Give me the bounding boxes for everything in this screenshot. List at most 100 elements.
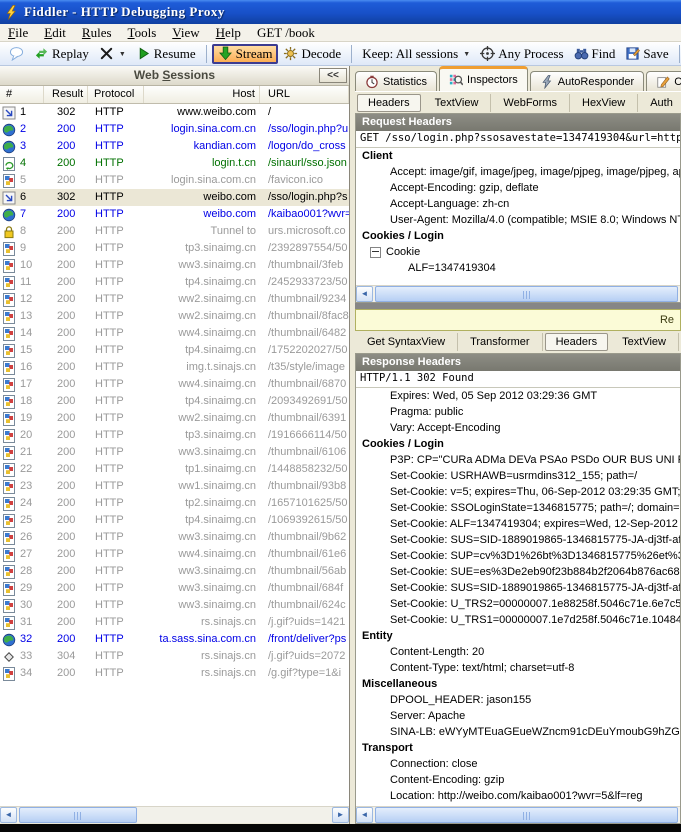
session-row[interactable]: 22200HTTPtp1.sinaimg.cn/1448858232/50 bbox=[0, 461, 349, 478]
session-row[interactable]: 2200HTTPlogin.sina.com.cn/sso/login.php?… bbox=[0, 121, 349, 138]
title-bar[interactable]: Fiddler - HTTP Debugging Proxy bbox=[0, 0, 681, 24]
stream-button[interactable]: Stream bbox=[212, 44, 279, 64]
session-number-cell: 23 bbox=[0, 478, 44, 495]
session-number: 5 bbox=[20, 172, 26, 189]
session-row[interactable]: 21200HTTPww3.sinaimg.cn/thumbnail/6106 bbox=[0, 444, 349, 461]
session-list-hscrollbar[interactable]: ◄ ► bbox=[0, 806, 349, 823]
response-tab-textview[interactable]: TextView bbox=[610, 333, 679, 351]
session-row[interactable]: 18200HTTPtp4.sinaimg.cn/2093492691/50 bbox=[0, 393, 349, 410]
tab-comp[interactable]: Comp bbox=[646, 71, 681, 91]
session-row[interactable]: 1302HTTPwww.weibo.com/ bbox=[0, 104, 349, 121]
tab-autoresponder[interactable]: AutoResponder bbox=[530, 71, 644, 91]
comment-button[interactable] bbox=[4, 44, 29, 64]
tab-statistics[interactable]: Statistics bbox=[355, 71, 437, 91]
session-url: /front/deliver?ps bbox=[260, 631, 349, 648]
scroll-thumb[interactable] bbox=[19, 807, 137, 823]
session-row[interactable]: 5200HTTPlogin.sina.com.cn/favicon.ico bbox=[0, 172, 349, 189]
session-row[interactable]: 24200HTTPtp2.sinaimg.cn/1657101625/50 bbox=[0, 495, 349, 512]
session-row[interactable]: 12200HTTPww2.sinaimg.cn/thumbnail/9234 bbox=[0, 291, 349, 308]
scroll-right-icon[interactable]: ► bbox=[332, 807, 349, 823]
menu-item-help[interactable]: Help bbox=[208, 24, 249, 42]
session-result: 200 bbox=[44, 512, 88, 529]
keep-button[interactable]: Keep: All sessions▼ bbox=[357, 44, 475, 64]
response-notice-banner[interactable]: Re bbox=[355, 309, 681, 331]
session-row[interactable]: 14200HTTPww4.sinaimg.cn/thumbnail/6482 bbox=[0, 325, 349, 342]
session-result: 200 bbox=[44, 291, 88, 308]
header-item: Set-Cookie: v=5; expires=Thu, 06-Sep-201… bbox=[356, 484, 680, 500]
replay-button[interactable]: Replay bbox=[29, 44, 94, 64]
session-row[interactable]: 4200HTTPlogin.t.cn/sinaurl/sso.json bbox=[0, 155, 349, 172]
request-tab-textview[interactable]: TextView bbox=[423, 94, 492, 112]
session-row[interactable]: 20200HTTPtp3.sinaimg.cn/1916666114/50 bbox=[0, 427, 349, 444]
session-row[interactable]: 11200HTTPtp4.sinaimg.cn/2452933723/50 bbox=[0, 274, 349, 291]
image-icon bbox=[2, 667, 16, 681]
scroll-left-icon[interactable]: ◄ bbox=[0, 807, 17, 823]
header-item: User-Agent: Mozilla/4.0 (compatible; MSI… bbox=[356, 212, 680, 228]
session-row[interactable]: 9200HTTPtp3.sinaimg.cn/2392897554/50 bbox=[0, 240, 349, 257]
tab-inspectors[interactable]: Inspectors bbox=[439, 66, 528, 91]
session-row[interactable]: 19200HTTPww2.sinaimg.cn/thumbnail/6391 bbox=[0, 410, 349, 427]
request-tab-hexview[interactable]: HexView bbox=[570, 94, 638, 112]
session-row[interactable]: 15200HTTPtp4.sinaimg.cn/1752202027/50 bbox=[0, 342, 349, 359]
menu-item-edit[interactable]: Edit bbox=[36, 24, 74, 42]
session-row[interactable]: 6302HTTPweibo.com/sso/login.php?s bbox=[0, 189, 349, 206]
menu-item-file[interactable]: File bbox=[0, 24, 36, 42]
session-row[interactable]: 17200HTTPww4.sinaimg.cn/thumbnail/6870 bbox=[0, 376, 349, 393]
session-row[interactable]: 33304HTTPrs.sinajs.cn/j.gif?uids=2072 bbox=[0, 648, 349, 665]
any-process-button[interactable]: Any Process bbox=[475, 44, 568, 64]
menu-item-get-book[interactable]: GET /book bbox=[249, 24, 323, 42]
decode-button[interactable]: Decode bbox=[278, 44, 346, 64]
find-button[interactable]: Find bbox=[569, 44, 621, 64]
session-number-cell: 14 bbox=[0, 325, 44, 342]
session-row[interactable]: 27200HTTPww4.sinaimg.cn/thumbnail/61e6 bbox=[0, 546, 349, 563]
column-header-host[interactable]: Host bbox=[144, 86, 260, 103]
remove-button[interactable]: ▼ bbox=[94, 44, 131, 64]
session-number-cell: 5 bbox=[0, 172, 44, 189]
session-row[interactable]: 26200HTTPww3.sinaimg.cn/thumbnail/9b62 bbox=[0, 529, 349, 546]
session-result: 200 bbox=[44, 155, 88, 172]
scroll-thumb[interactable] bbox=[375, 286, 678, 302]
request-tab-headers[interactable]: Headers bbox=[357, 94, 421, 112]
resume-button[interactable]: Resume bbox=[131, 44, 201, 64]
menu-item-view[interactable]: View bbox=[164, 24, 207, 42]
session-row[interactable]: 31200HTTPrs.sinajs.cn/j.gif?uids=1421 bbox=[0, 614, 349, 631]
session-row[interactable]: 7200HTTPweibo.com/kaibao001?wvr= bbox=[0, 206, 349, 223]
scroll-left-icon[interactable]: ◄ bbox=[356, 286, 373, 302]
menu-item-rules[interactable]: Rules bbox=[74, 24, 120, 42]
request-tab-auth[interactable]: Auth bbox=[638, 94, 681, 112]
session-row[interactable]: 32200HTTPta.sass.sina.com.cn/front/deliv… bbox=[0, 631, 349, 648]
any-process-label: Any Process bbox=[498, 46, 563, 62]
session-row[interactable]: 10200HTTPww3.sinaimg.cn/thumbnail/3feb bbox=[0, 257, 349, 274]
column-header-result[interactable]: Result bbox=[44, 86, 88, 103]
collapse-panel-button[interactable]: << bbox=[319, 68, 347, 83]
scroll-thumb[interactable] bbox=[375, 807, 678, 823]
session-row[interactable]: 29200HTTPww3.sinaimg.cn/thumbnail/684f bbox=[0, 580, 349, 597]
response-tab-transformer[interactable]: Transformer bbox=[458, 333, 543, 351]
request-tab-webforms[interactable]: WebForms bbox=[491, 94, 570, 112]
column-header-#[interactable]: # bbox=[0, 86, 44, 103]
session-row[interactable]: 30200HTTPww3.sinaimg.cn/thumbnail/624c bbox=[0, 597, 349, 614]
response-tab-headers[interactable]: Headers bbox=[545, 333, 609, 351]
session-row[interactable]: 25200HTTPtp4.sinaimg.cn/1069392615/50 bbox=[0, 512, 349, 529]
replay-label: Replay bbox=[52, 46, 89, 62]
response-hscrollbar[interactable]: ◄ bbox=[356, 806, 680, 823]
resume-label: Resume bbox=[154, 46, 196, 62]
request-hscrollbar[interactable]: ◄ bbox=[356, 285, 680, 302]
scroll-left-icon[interactable]: ◄ bbox=[356, 807, 373, 823]
column-header-url[interactable]: URL bbox=[260, 86, 349, 103]
script-icon bbox=[2, 157, 16, 171]
response-tab-get-syntaxview[interactable]: Get SyntaxView bbox=[355, 333, 458, 351]
collapse-expander-icon[interactable] bbox=[370, 247, 381, 258]
session-row[interactable]: 13200HTTPww2.sinaimg.cn/thumbnail/8fac8 bbox=[0, 308, 349, 325]
session-row[interactable]: 3200HTTPkandian.com/logon/do_cross bbox=[0, 138, 349, 155]
session-row[interactable]: 16200HTTPimg.t.sinajs.cn/t35/style/image bbox=[0, 359, 349, 376]
save-button[interactable]: Save bbox=[620, 44, 673, 64]
cookie-tree-node[interactable]: Cookie bbox=[356, 244, 680, 260]
session-row[interactable]: 28200HTTPww3.sinaimg.cn/thumbnail/56ab bbox=[0, 563, 349, 580]
menu-item-tools[interactable]: Tools bbox=[120, 24, 165, 42]
session-row[interactable]: 23200HTTPww1.sinaimg.cn/thumbnail/93b8 bbox=[0, 478, 349, 495]
session-url: /1069392615/50 bbox=[260, 512, 349, 529]
session-row[interactable]: 34200HTTPrs.sinajs.cn/g.gif?type=1&i bbox=[0, 665, 349, 682]
column-header-protocol[interactable]: Protocol bbox=[88, 86, 144, 103]
session-row[interactable]: 8200HTTPTunnel tours.microsoft.co bbox=[0, 223, 349, 240]
